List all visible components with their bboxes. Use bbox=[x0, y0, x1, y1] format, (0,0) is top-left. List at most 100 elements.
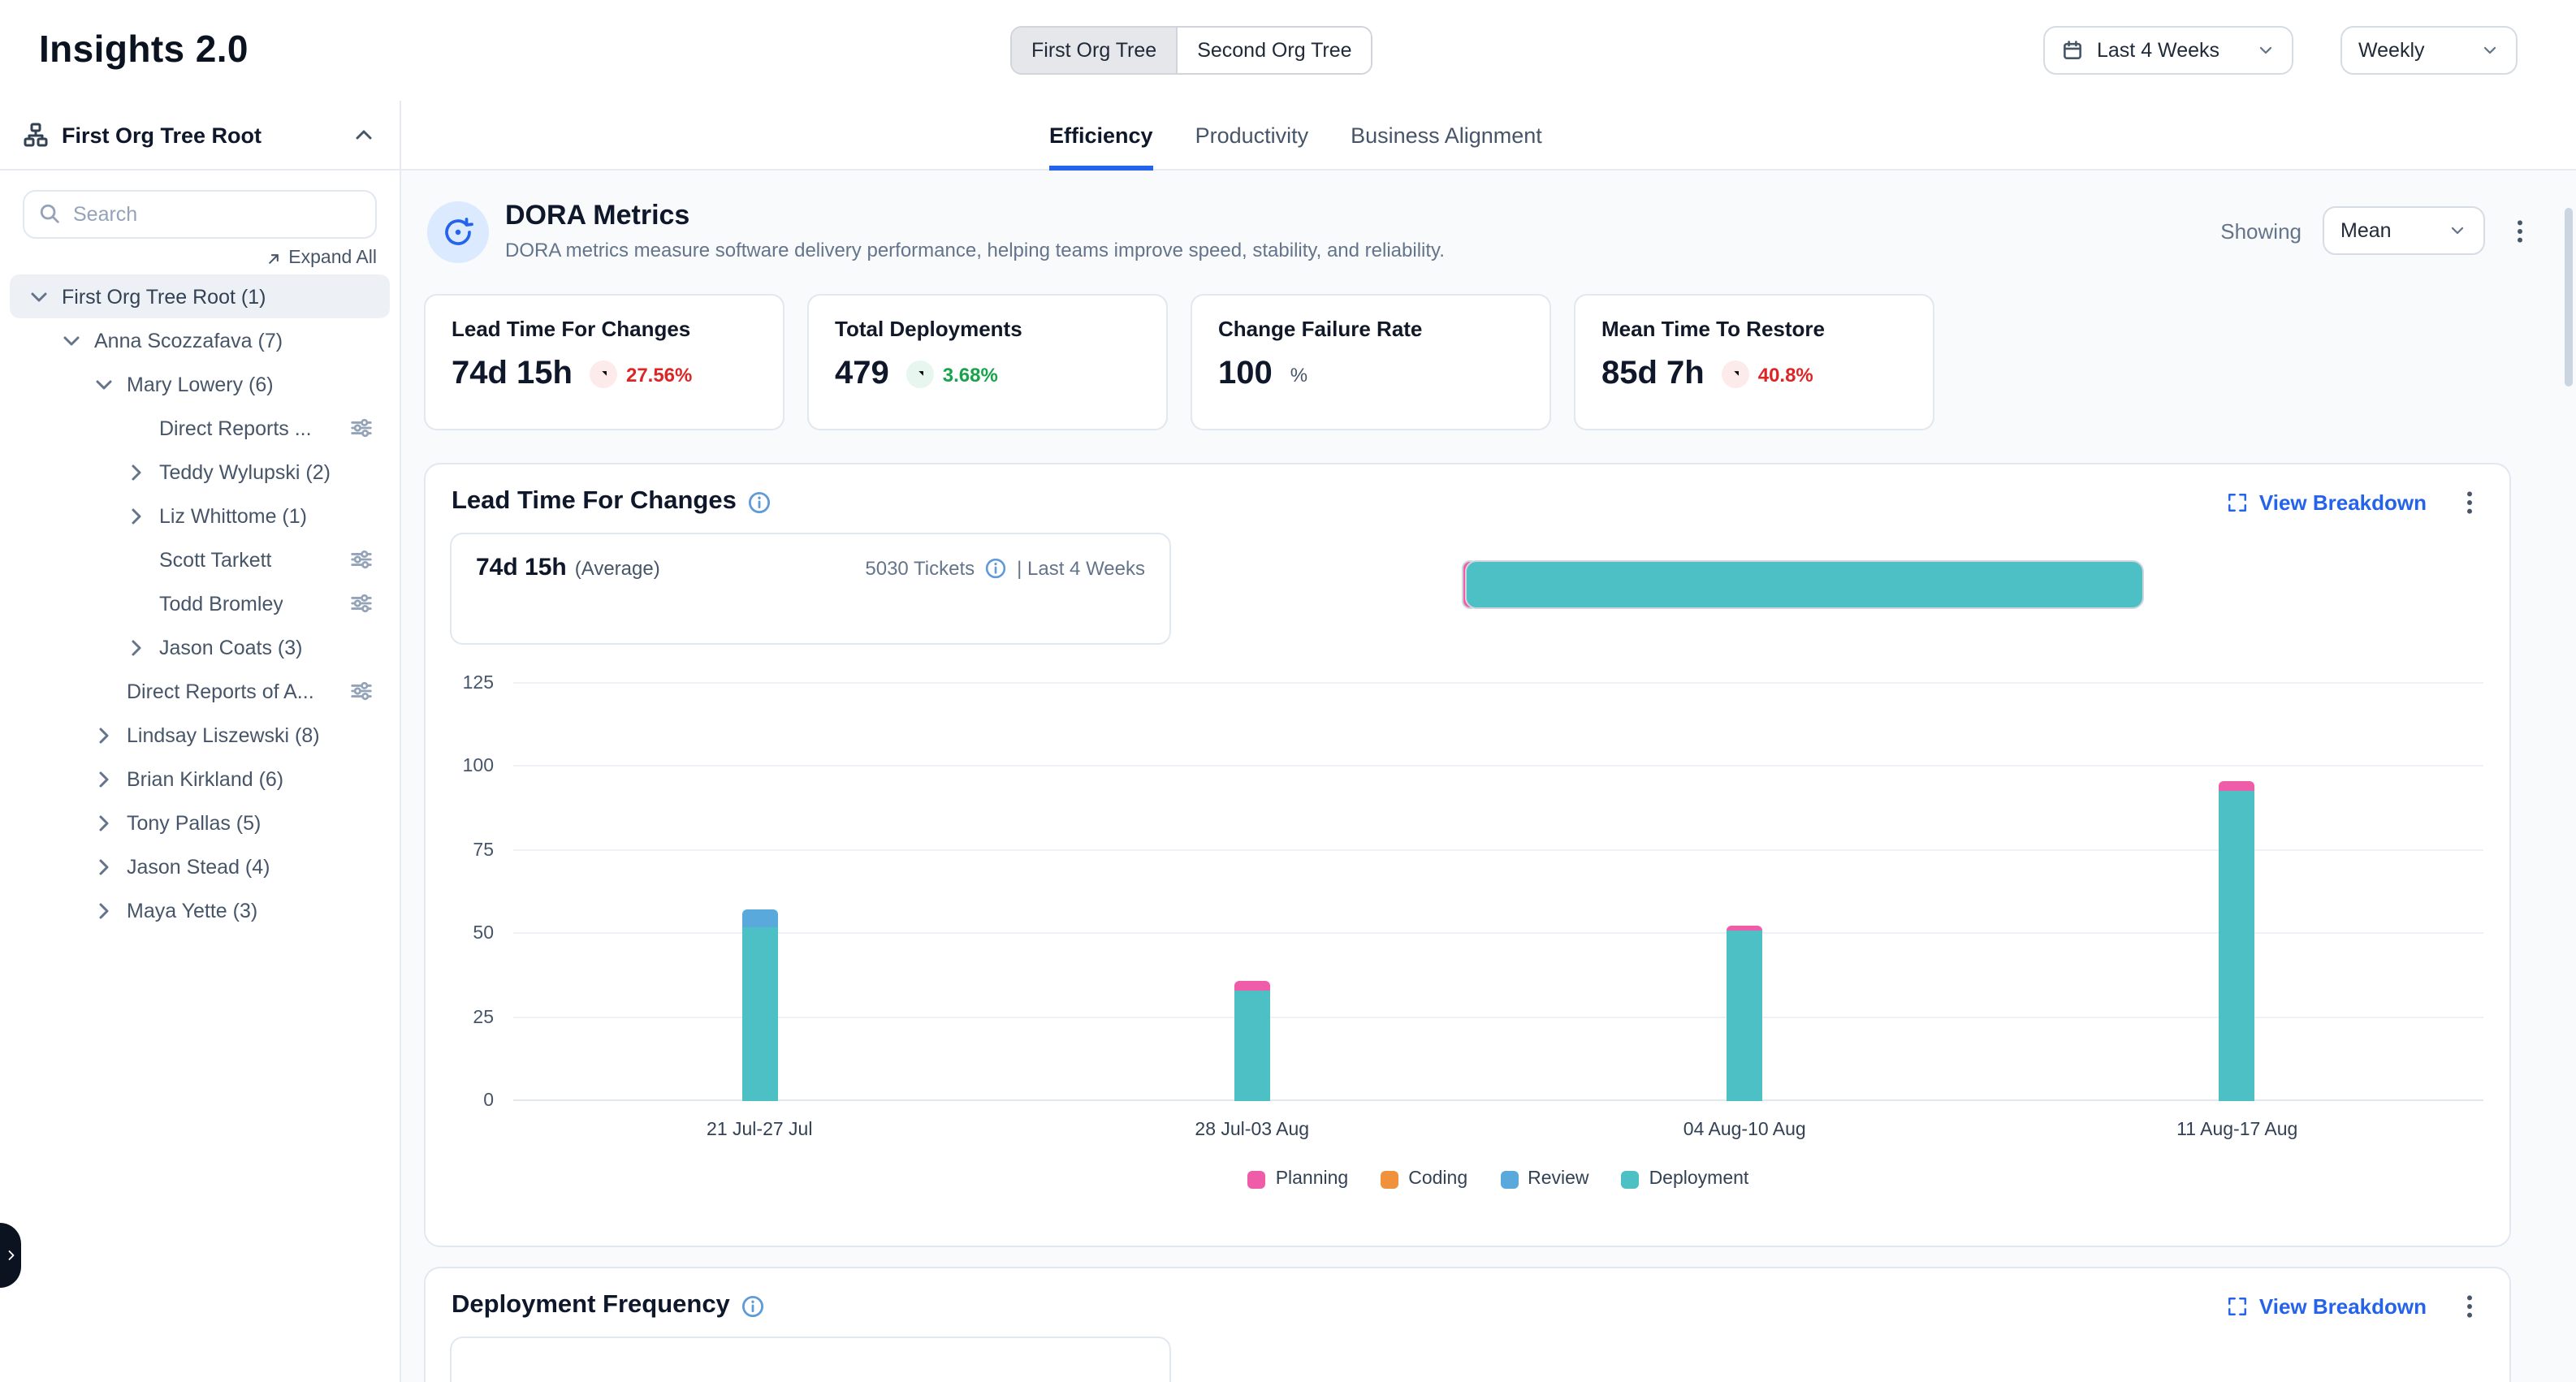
bar-11-aug-17-aug[interactable] bbox=[2219, 780, 2255, 1101]
gridline bbox=[513, 849, 2483, 851]
chevron-down-icon bbox=[2256, 41, 2276, 60]
gridline bbox=[513, 682, 2483, 684]
expand-all-icon bbox=[264, 249, 282, 267]
legend-item-review[interactable]: Review bbox=[1500, 1169, 1588, 1189]
tree-item[interactable]: Todd Bromley bbox=[10, 581, 390, 625]
chevron-right-icon[interactable] bbox=[123, 459, 149, 485]
tree-item[interactable]: Brian Kirkland (6) bbox=[10, 757, 390, 801]
chevron-down-icon[interactable] bbox=[26, 283, 52, 309]
tree-item-label: Lindsay Liszewski (8) bbox=[127, 723, 320, 746]
x-axis-label: 28 Jul-03 Aug bbox=[1195, 1121, 1309, 1140]
lead-time-title: Lead Time For Changes bbox=[452, 487, 772, 516]
expand-view-icon bbox=[2227, 1295, 2248, 1316]
legend-swatch bbox=[1622, 1170, 1640, 1188]
tree-item[interactable]: Scott Tarkett bbox=[10, 538, 390, 581]
bar-segment-deployment bbox=[1234, 991, 1270, 1101]
calendar-icon bbox=[2061, 39, 2084, 62]
tree-item[interactable]: Direct Reports of A... bbox=[10, 669, 390, 713]
view-breakdown-button[interactable]: View Breakdown bbox=[2227, 490, 2427, 514]
info-icon[interactable] bbox=[741, 1293, 766, 1318]
chevron-right-icon[interactable] bbox=[91, 897, 117, 923]
tree-item[interactable]: Mary Lowery (6) bbox=[10, 362, 390, 406]
showing-label: Showing bbox=[2220, 218, 2302, 243]
trend-up-arrow-icon bbox=[1722, 361, 1750, 388]
tree-item[interactable]: Anna Scozzafava (7) bbox=[10, 318, 390, 362]
lead-time-chart: 0255075100125 bbox=[513, 684, 2483, 1101]
scrollbar-thumb[interactable] bbox=[2565, 208, 2573, 387]
bar-04-aug-10-aug[interactable] bbox=[1727, 926, 1762, 1101]
tab-bar: Efficiency Productivity Business Alignment bbox=[401, 101, 2576, 171]
sidebar-root-label: First Org Tree Root bbox=[62, 123, 261, 147]
chevron-down-icon[interactable] bbox=[58, 327, 84, 353]
chevron-spacer bbox=[123, 415, 149, 441]
bar-21-jul-27-jul[interactable] bbox=[741, 909, 777, 1101]
tree-item[interactable]: First Org Tree Root (1) bbox=[10, 274, 390, 318]
expand-all-label: Expand All bbox=[288, 248, 377, 268]
tab-efficiency[interactable]: Efficiency bbox=[1049, 101, 1153, 171]
tab-productivity[interactable]: Productivity bbox=[1195, 101, 1309, 171]
kebab-menu-icon[interactable] bbox=[2456, 1292, 2483, 1319]
expand-all-button[interactable]: Expand All bbox=[264, 248, 377, 268]
filter-icon[interactable] bbox=[349, 547, 374, 572]
tree-item[interactable]: Lindsay Liszewski (8) bbox=[10, 713, 390, 757]
bar-segment-planning bbox=[1234, 981, 1270, 991]
org-tree-tab[interactable]: First Org Tree bbox=[1012, 28, 1176, 73]
metric-card: Change Failure Rate100% bbox=[1191, 294, 1551, 430]
tree-item-label: Scott Tarkett bbox=[159, 548, 272, 571]
chevron-right-icon[interactable] bbox=[91, 766, 117, 792]
chevron-right-icon[interactable] bbox=[91, 810, 117, 836]
period-select[interactable]: Last 4 Weeks bbox=[2043, 26, 2293, 75]
expand-all-row: Expand All bbox=[23, 248, 377, 268]
info-icon[interactable] bbox=[748, 490, 772, 514]
chevron-up-icon[interactable] bbox=[351, 122, 377, 148]
chevron-right-icon[interactable] bbox=[91, 722, 117, 748]
chevron-right-icon[interactable] bbox=[123, 634, 149, 660]
tree-item[interactable]: Jason Coats (3) bbox=[10, 625, 390, 669]
metric-card: Lead Time For Changes74d 15h27.56% bbox=[424, 294, 784, 430]
legend-swatch bbox=[1248, 1170, 1266, 1188]
metric-cards-row: Lead Time For Changes74d 15h27.56%Total … bbox=[424, 294, 1934, 430]
tree-item[interactable]: Tony Pallas (5) bbox=[10, 801, 390, 844]
view-breakdown-label: View Breakdown bbox=[2259, 490, 2427, 514]
chart-legend: Planning Coding Review Deployment bbox=[513, 1169, 2483, 1189]
metric-card-value: 85d 7h bbox=[1601, 356, 1705, 393]
metric-card-value: 479 bbox=[835, 356, 889, 393]
expand-view-icon bbox=[2227, 491, 2248, 512]
search-input[interactable] bbox=[23, 190, 377, 239]
filter-icon[interactable] bbox=[349, 416, 374, 440]
legend-item-planning[interactable]: Planning bbox=[1248, 1169, 1349, 1189]
deployment-frequency-section: Deployment Frequency View Breakdown bbox=[424, 1267, 2511, 1382]
tree-item[interactable]: Teddy Wylupski (2) bbox=[10, 450, 390, 494]
filter-icon[interactable] bbox=[349, 679, 374, 703]
tree-item[interactable]: Direct Reports ... bbox=[10, 406, 390, 450]
org-tree-tab[interactable]: Second Org Tree bbox=[1176, 28, 1371, 73]
granularity-select[interactable]: Weekly bbox=[2340, 26, 2518, 75]
x-axis-labels: 21 Jul-27 Jul28 Jul-03 Aug04 Aug-10 Aug1… bbox=[513, 1121, 2483, 1147]
tree-item[interactable]: Liz Whittome (1) bbox=[10, 494, 390, 538]
search-icon bbox=[37, 201, 62, 226]
showing-select[interactable]: Mean bbox=[2323, 206, 2485, 255]
info-icon[interactable] bbox=[984, 556, 1007, 579]
chevron-right-icon[interactable] bbox=[123, 503, 149, 529]
period-select-value: Last 4 Weeks bbox=[2097, 39, 2219, 62]
chevron-right-icon[interactable] bbox=[91, 853, 117, 879]
tree-item[interactable]: Jason Stead (4) bbox=[10, 844, 390, 888]
summary-value: 74d 15h bbox=[476, 554, 567, 581]
tab-business-alignment[interactable]: Business Alignment bbox=[1351, 101, 1542, 171]
tree-item-label: Brian Kirkland (6) bbox=[127, 767, 283, 790]
view-breakdown-button[interactable]: View Breakdown bbox=[2227, 1293, 2427, 1318]
tree-item-label: Mary Lowery (6) bbox=[127, 373, 274, 395]
legend-item-coding[interactable]: Coding bbox=[1381, 1169, 1467, 1189]
chevron-down-icon[interactable] bbox=[91, 371, 117, 397]
kebab-menu-icon[interactable] bbox=[2506, 217, 2534, 244]
legend-item-deployment[interactable]: Deployment bbox=[1622, 1169, 1749, 1189]
bar-28-jul-03-aug[interactable] bbox=[1234, 981, 1270, 1101]
lead-time-summary-card: 74d 15h (Average) 5030 Tickets | Last 4 … bbox=[450, 533, 1171, 645]
tree-item[interactable]: Maya Yette (3) bbox=[10, 888, 390, 932]
view-breakdown-label: View Breakdown bbox=[2259, 1293, 2427, 1318]
chevron-right-icon bbox=[2, 1247, 19, 1263]
chevron-down-icon bbox=[2448, 221, 2467, 240]
metric-card-title: Lead Time For Changes bbox=[452, 317, 757, 341]
filter-icon[interactable] bbox=[349, 591, 374, 615]
kebab-menu-icon[interactable] bbox=[2456, 488, 2483, 516]
